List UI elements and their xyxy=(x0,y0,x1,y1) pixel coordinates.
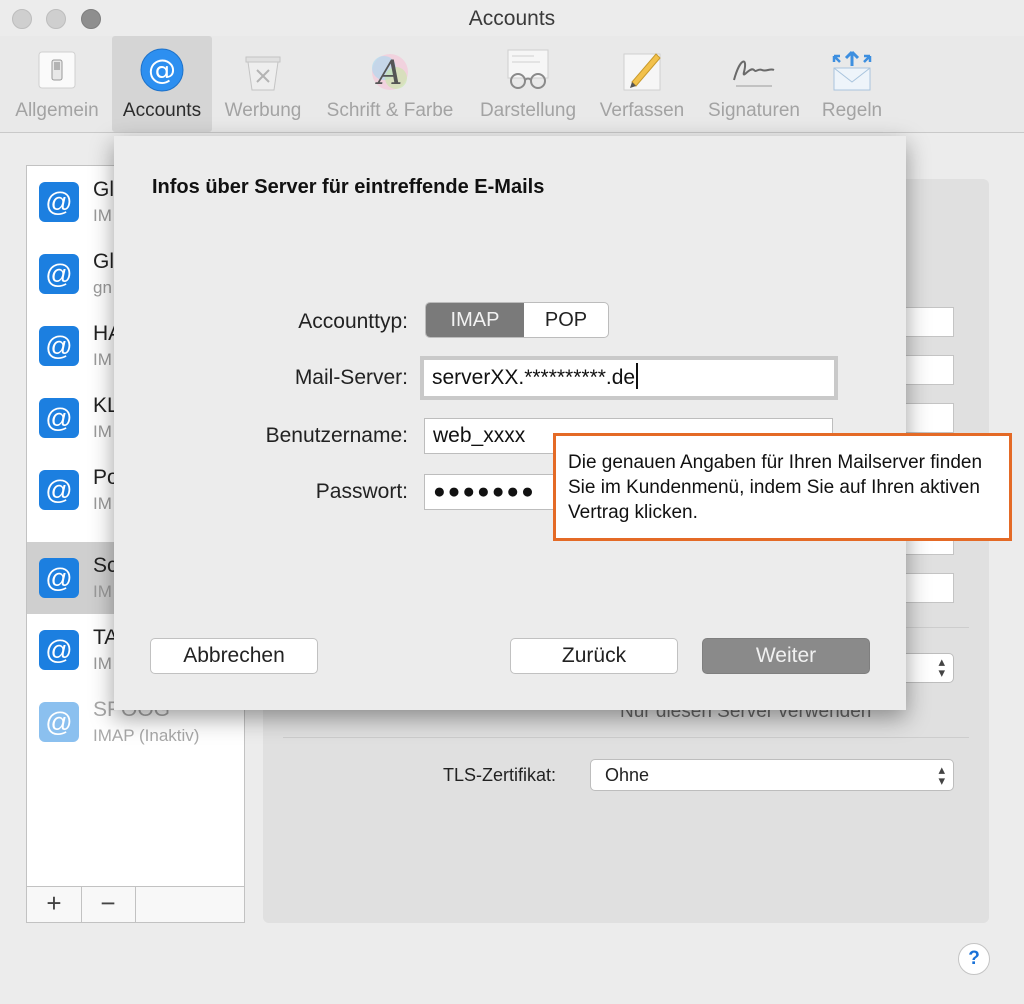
background-field[interactable] xyxy=(904,355,954,385)
account-type: IM xyxy=(93,582,112,601)
at-sign-icon: @ xyxy=(39,558,79,598)
tab-accounts[interactable]: @ Accounts xyxy=(112,36,212,132)
password-value: ●●●●●●● xyxy=(433,480,536,503)
svg-text:@: @ xyxy=(148,53,176,86)
account-list-buttons: + − xyxy=(26,887,245,923)
help-button[interactable]: ? xyxy=(958,943,990,975)
tab-signaturen[interactable]: Signaturen xyxy=(698,36,810,132)
account-type: IM xyxy=(93,654,112,673)
tab-schrift-farbe[interactable]: A Schrift & Farbe xyxy=(316,36,464,132)
tab-darstellung[interactable]: Darstellung xyxy=(470,36,586,132)
username-label: Benutzername: xyxy=(265,424,408,447)
next-button[interactable]: Weiter xyxy=(702,638,870,674)
tab-label: Darstellung xyxy=(479,100,577,121)
cancel-button[interactable]: Abbrechen xyxy=(150,638,318,674)
background-field[interactable] xyxy=(904,403,954,433)
at-sign-icon: @ xyxy=(39,182,79,222)
password-label: Passwort: xyxy=(315,480,408,503)
tab-label: Regeln xyxy=(821,100,883,121)
account-type: IMAP (Inaktiv) xyxy=(93,726,200,745)
divider xyxy=(283,737,969,738)
sheet-title: Infos über Server für eintreffende E-Mai… xyxy=(152,176,545,198)
updown-chevron-icon: ▴ ▾ xyxy=(938,762,945,788)
mail-server-value: serverXX.**********.de xyxy=(432,366,636,389)
background-field[interactable] xyxy=(904,307,954,337)
tab-label: Schrift & Farbe xyxy=(326,100,454,121)
at-sign-icon: @ xyxy=(140,48,184,92)
segment-pop[interactable]: POP xyxy=(524,303,608,337)
tab-allgemein[interactable]: Allgemein xyxy=(4,36,110,132)
account-type: IM xyxy=(93,494,112,513)
segment-imap[interactable]: IMAP xyxy=(426,303,524,337)
info-callout: Die genauen Angaben für Ihren Mailserver… xyxy=(553,433,1012,541)
background-field[interactable] xyxy=(904,573,954,603)
window-title: Accounts xyxy=(468,7,556,30)
text-caret xyxy=(636,363,639,389)
at-sign-icon: @ xyxy=(39,398,79,438)
tab-werbung[interactable]: Werbung xyxy=(216,36,310,132)
tls-certificate-label: TLS-Zertifikat: xyxy=(443,765,557,785)
rules-envelope-icon xyxy=(832,50,872,91)
at-sign-icon: @ xyxy=(39,702,79,742)
pencil-icon xyxy=(623,53,661,91)
mail-server-input[interactable]: serverXX.**********.de xyxy=(420,356,838,400)
trash-icon xyxy=(245,56,281,91)
tab-label: Signaturen xyxy=(708,100,800,121)
tab-verfassen[interactable]: Verfassen xyxy=(592,36,692,132)
account-type: IM xyxy=(93,350,112,369)
back-button[interactable]: Zurück xyxy=(510,638,678,674)
preferences-toolbar: Allgemein @ Accounts Werbung A Schrift &… xyxy=(0,36,1024,133)
account-type-label: Accounttyp: xyxy=(298,310,408,333)
add-account-button[interactable]: + xyxy=(27,887,82,922)
font-color-icon: A xyxy=(372,53,408,93)
account-name: Gl xyxy=(93,250,114,273)
tls-certificate-value: Ohne xyxy=(605,765,650,785)
tab-label: Allgemein xyxy=(15,100,99,121)
switch-icon xyxy=(38,51,76,89)
tls-certificate-select[interactable]: Ohne ▴ ▾ xyxy=(590,759,954,791)
account-type: gn xyxy=(93,278,112,297)
at-sign-icon: @ xyxy=(39,630,79,670)
account-type-segmented-control: IMAP POP xyxy=(425,302,609,338)
at-sign-icon: @ xyxy=(39,254,79,294)
title-bar: Accounts xyxy=(0,0,1024,36)
tab-label: Verfassen xyxy=(599,100,685,121)
at-sign-icon: @ xyxy=(39,326,79,366)
tab-label: Accounts xyxy=(122,100,202,121)
tab-label: Werbung xyxy=(224,100,302,121)
glasses-icon xyxy=(507,49,549,89)
tab-regeln[interactable]: Regeln xyxy=(814,36,890,132)
account-type: IM xyxy=(93,422,112,441)
updown-chevron-icon: ▴ ▾ xyxy=(938,654,945,680)
account-type: IM xyxy=(93,206,112,225)
username-value: web_xxxx xyxy=(433,424,526,447)
incoming-server-sheet: Infos über Server für eintreffende E-Mai… xyxy=(114,136,906,710)
account-name: Gl xyxy=(93,178,114,201)
signature-icon xyxy=(733,60,775,87)
remove-account-button[interactable]: − xyxy=(81,887,136,922)
mail-server-label: Mail-Server: xyxy=(294,366,408,389)
at-sign-icon: @ xyxy=(39,470,79,510)
svg-text:A: A xyxy=(375,53,403,93)
